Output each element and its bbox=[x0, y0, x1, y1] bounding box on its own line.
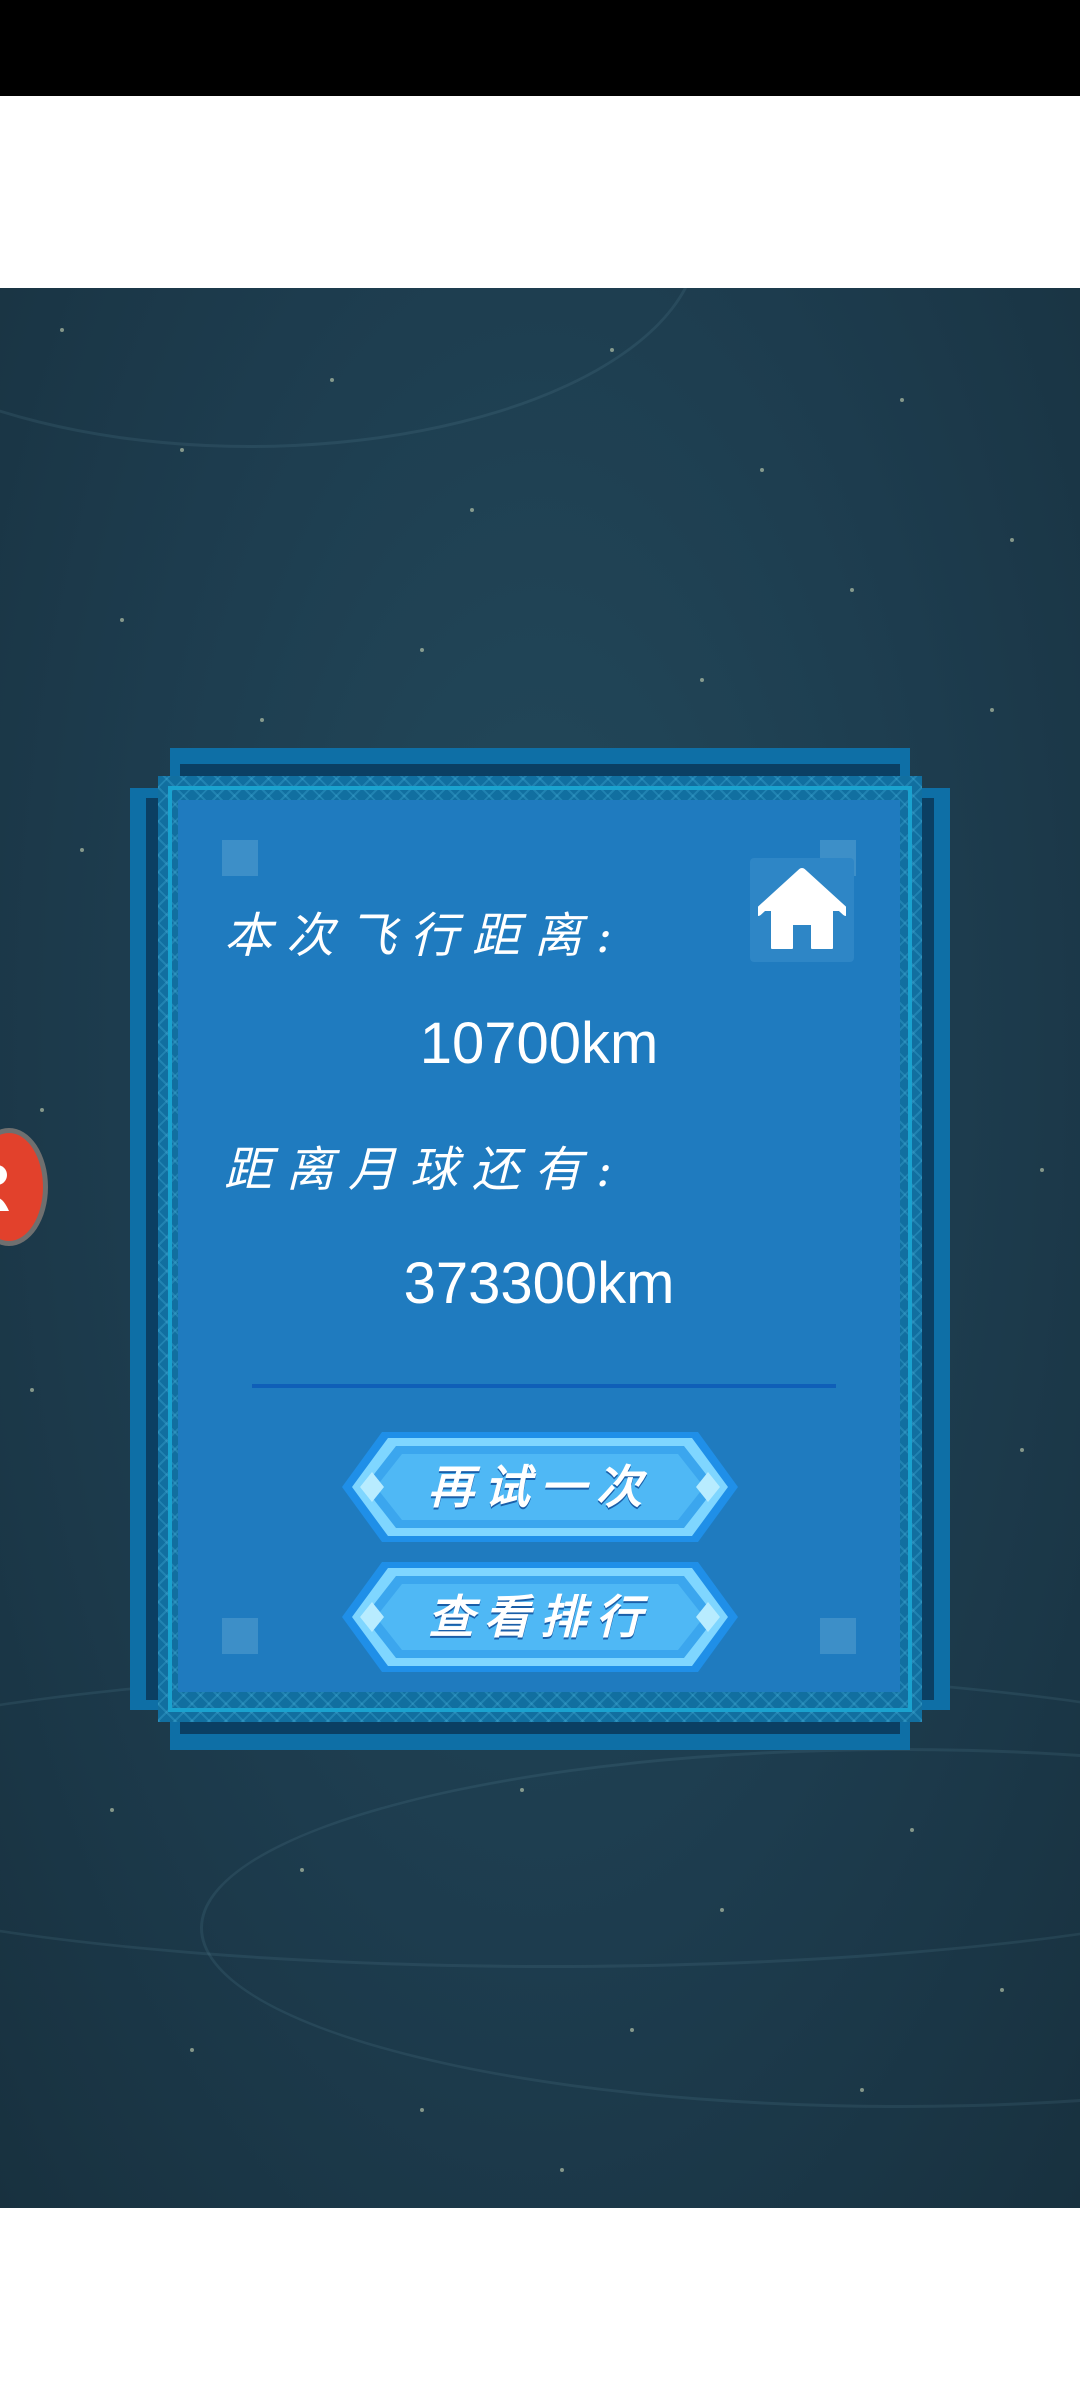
star-decoration bbox=[80, 848, 84, 852]
flight-distance-label: 本次飞行距离: bbox=[224, 908, 627, 964]
star-decoration bbox=[760, 468, 764, 472]
star-decoration bbox=[420, 2108, 424, 2112]
star-decoration bbox=[1040, 1168, 1044, 1172]
retry-button-label: 再试一次 bbox=[428, 1460, 652, 1514]
panel-corner-decoration bbox=[222, 1618, 258, 1654]
status-bar bbox=[0, 0, 1080, 96]
remaining-distance-label: 距离月球还有: bbox=[224, 1142, 627, 1198]
star-decoration bbox=[30, 1388, 34, 1392]
star-decoration bbox=[260, 718, 264, 722]
home-button[interactable] bbox=[750, 858, 854, 962]
person-icon bbox=[0, 1165, 9, 1211]
star-decoration bbox=[110, 1808, 114, 1812]
bottom-blank-area bbox=[0, 2208, 1080, 2400]
star-decoration bbox=[330, 378, 334, 382]
star-decoration bbox=[700, 678, 704, 682]
panel-corner-decoration bbox=[820, 1618, 856, 1654]
star-decoration bbox=[520, 1788, 524, 1792]
star-decoration bbox=[1010, 538, 1014, 542]
star-decoration bbox=[910, 1828, 914, 1832]
star-decoration bbox=[860, 2088, 864, 2092]
star-decoration bbox=[990, 708, 994, 712]
background-swirl bbox=[0, 288, 700, 448]
flight-distance-value: 10700km bbox=[419, 1011, 659, 1076]
star-decoration bbox=[720, 1908, 724, 1912]
star-decoration bbox=[560, 2168, 564, 2172]
panel-corner-decoration bbox=[222, 840, 258, 876]
star-decoration bbox=[900, 398, 904, 402]
remaining-distance-value: 373300km bbox=[403, 1251, 675, 1316]
star-decoration bbox=[630, 2028, 634, 2032]
retry-button[interactable]: 再试一次 bbox=[342, 1432, 738, 1542]
star-decoration bbox=[120, 618, 124, 622]
divider bbox=[252, 1384, 836, 1388]
view-ranking-button[interactable]: 查看排行 bbox=[342, 1562, 738, 1672]
star-decoration bbox=[420, 648, 424, 652]
star-decoration bbox=[300, 1868, 304, 1872]
star-decoration bbox=[610, 348, 614, 352]
star-decoration bbox=[60, 328, 64, 332]
home-icon bbox=[758, 868, 846, 949]
star-decoration bbox=[1020, 1448, 1024, 1452]
view-ranking-button-label: 查看排行 bbox=[428, 1590, 652, 1644]
star-decoration bbox=[1000, 1988, 1004, 1992]
star-decoration bbox=[190, 2048, 194, 2052]
star-decoration bbox=[180, 448, 184, 452]
star-decoration bbox=[40, 1108, 44, 1112]
star-decoration bbox=[850, 588, 854, 592]
top-blank-area bbox=[0, 96, 1080, 288]
star-decoration bbox=[470, 508, 474, 512]
